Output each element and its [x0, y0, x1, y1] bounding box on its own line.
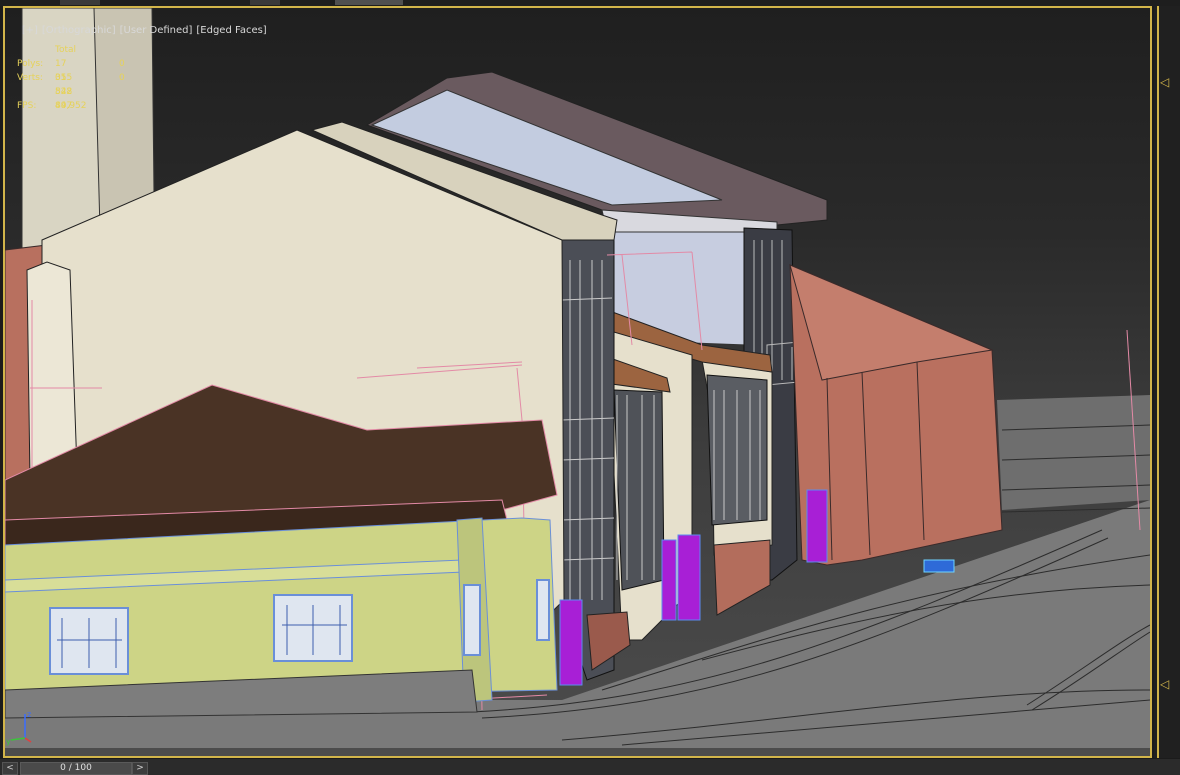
- viewport-camera-menu[interactable]: [User Defined]: [120, 25, 193, 36]
- viewport-labels: [+] [Orthographic] [User Defined] [Edged Fa…: [9, 14, 271, 47]
- axis-y-line: [10, 737, 26, 741]
- scene-render[interactable]: [5, 8, 1150, 756]
- viewport-view-menu[interactable]: [Orthographic]: [42, 25, 116, 36]
- mid-base-brick: [713, 539, 771, 616]
- verts-label: Verts:: [17, 73, 43, 83]
- tab-fragment: [60, 0, 100, 5]
- ornate-facade-mid: [613, 389, 665, 591]
- time-slider-bar: < 0 / 100 >: [0, 759, 1180, 775]
- prev-frame-button[interactable]: <: [2, 762, 18, 775]
- stats-header: Total: [55, 45, 77, 55]
- time-slider[interactable]: 0 / 100: [20, 762, 132, 775]
- triangle-left-icon[interactable]: ◁: [1160, 76, 1169, 88]
- next-frame-button[interactable]: >: [132, 762, 148, 775]
- verts-selected: 0: [119, 73, 125, 83]
- rail-line: [1157, 6, 1159, 758]
- perspective-viewport[interactable]: [+] [Orthographic] [User Defined] [Edged Fa…: [3, 6, 1152, 758]
- tab-fragment: [250, 0, 280, 5]
- fps-label: FPS:: [17, 101, 37, 111]
- axis-y-label: y: [6, 737, 11, 746]
- polys-selected: 0: [119, 59, 125, 69]
- fps-value: 84,952: [55, 101, 87, 111]
- axis-z-label: z: [27, 710, 31, 719]
- triangle-left-icon[interactable]: ◁: [1160, 678, 1169, 690]
- selected-object-marker: [923, 559, 955, 573]
- polys-label: Polys:: [17, 59, 44, 69]
- axis-gizmo: y z: [6, 710, 32, 746]
- cream-side-pier: [26, 261, 78, 481]
- tab-fragment-active: [335, 0, 403, 5]
- viewport-plus-menu[interactable]: [+]: [22, 25, 38, 36]
- axis-x-line: [24, 737, 32, 743]
- ground-far-right: [997, 395, 1150, 510]
- right-command-rail: ◁ ◁: [1154, 6, 1180, 758]
- viewport-shading-menu[interactable]: [Edged Faces]: [196, 25, 266, 36]
